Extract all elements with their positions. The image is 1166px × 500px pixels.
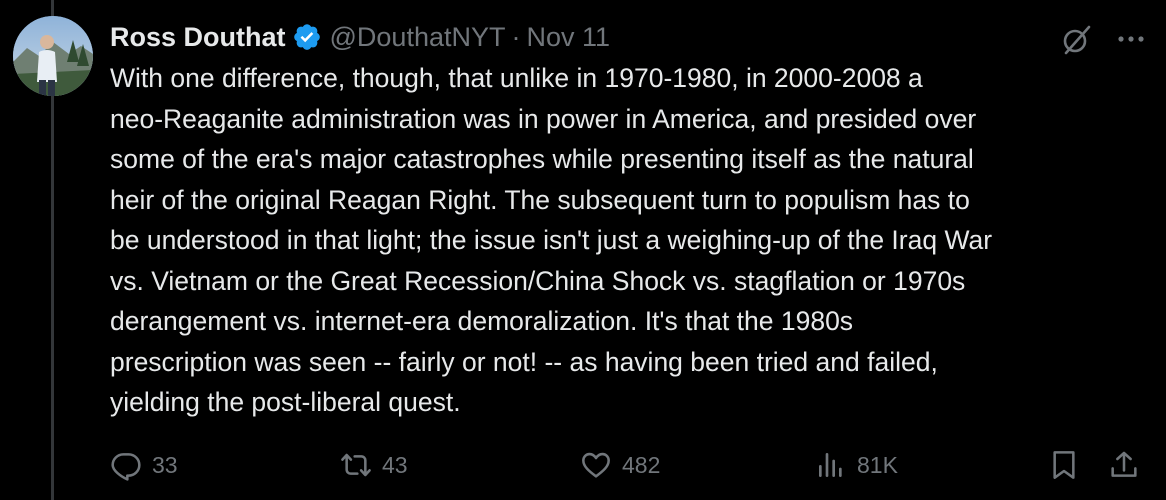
thread-line-top [51, 0, 54, 16]
tweet-date[interactable]: Nov 11 [526, 22, 610, 53]
retweet-button[interactable]: 43 [340, 446, 408, 484]
avatar[interactable] [13, 16, 93, 96]
more-icon[interactable] [1114, 22, 1148, 56]
views-icon [815, 449, 847, 481]
like-count: 482 [622, 451, 661, 478]
share-icon [1108, 449, 1140, 481]
views-count: 81K [857, 451, 898, 478]
reply-icon [110, 449, 142, 481]
thread-line [51, 92, 54, 500]
header-actions [1060, 22, 1148, 56]
reply-count: 33 [152, 451, 178, 478]
retweet-count: 43 [382, 451, 408, 478]
like-button[interactable]: 482 [580, 446, 660, 484]
author-display-name[interactable]: Ross Douthat [110, 22, 286, 53]
grok-icon[interactable] [1060, 22, 1094, 56]
tweet-text: With one difference, though, that unlike… [110, 63, 993, 417]
header-separator: · [511, 21, 521, 52]
avatar-image [13, 16, 93, 96]
verified-badge-icon[interactable] [292, 22, 322, 52]
bookmark-icon [1048, 449, 1080, 481]
views-button[interactable]: 81K [815, 446, 898, 484]
tweet-header: Ross Douthat @DouthatNYT · Nov 11 [110, 19, 610, 55]
bookmark-button[interactable] [1048, 446, 1080, 484]
reply-button[interactable]: 33 [110, 446, 178, 484]
retweet-icon [340, 449, 372, 481]
author-handle[interactable]: @DouthatNYT [330, 22, 506, 53]
tweet-action-bar: 33 43 482 81K [110, 446, 1150, 484]
heart-icon [580, 449, 612, 481]
share-button[interactable] [1108, 446, 1140, 484]
